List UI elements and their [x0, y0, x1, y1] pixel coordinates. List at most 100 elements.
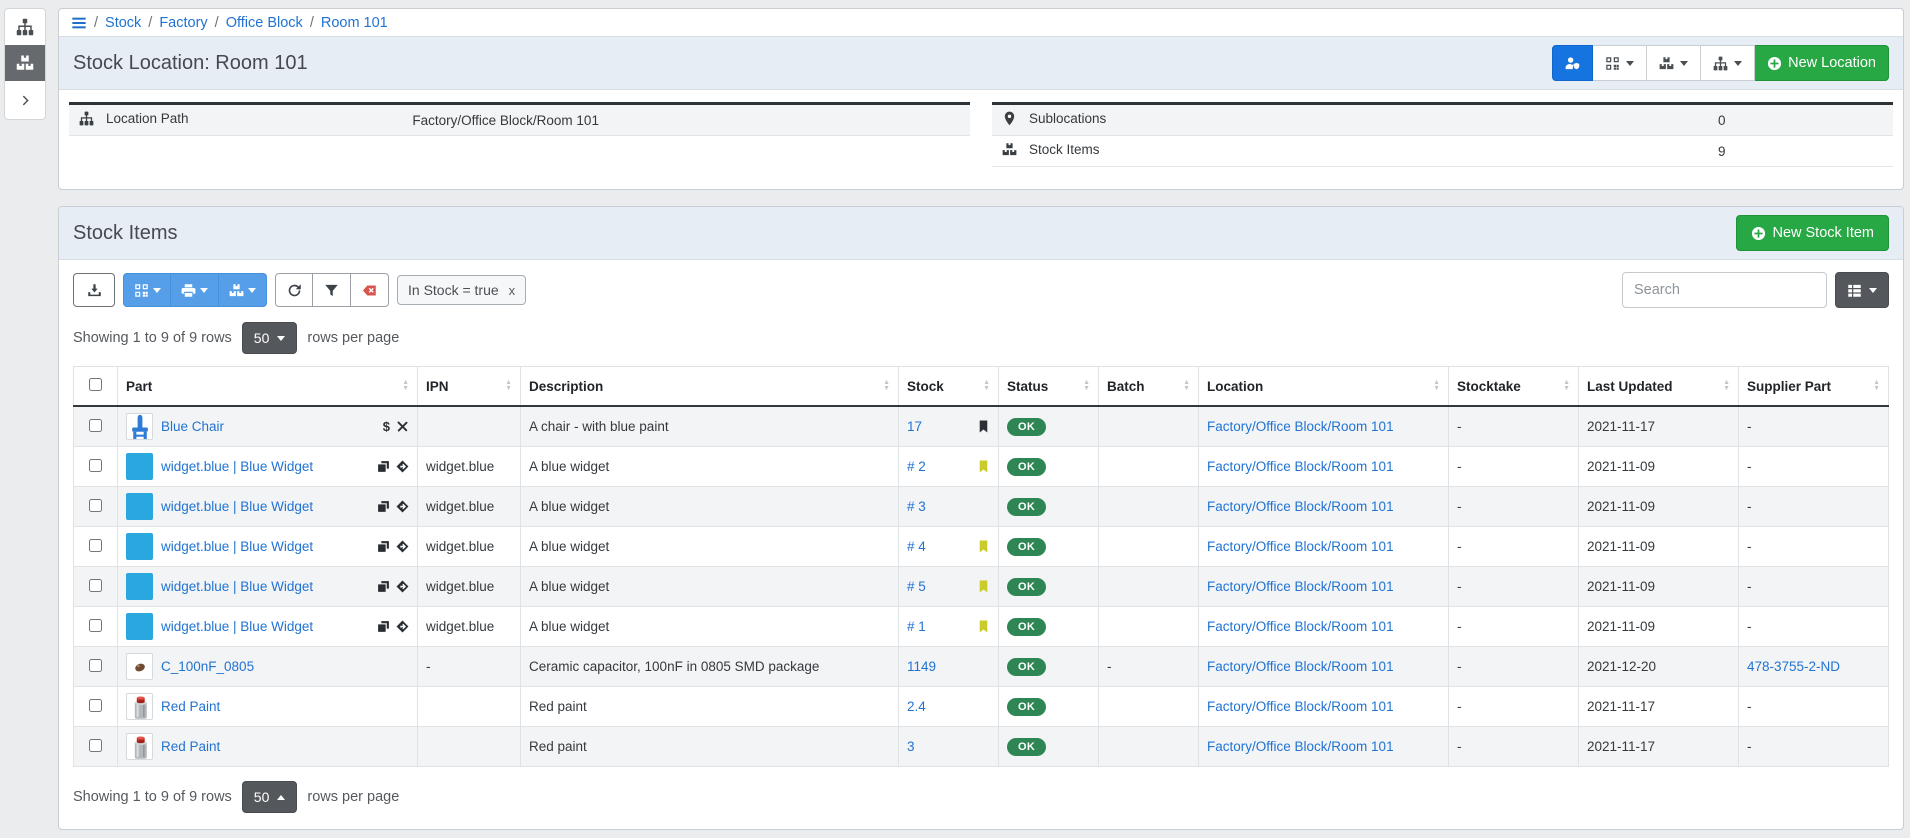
part-link[interactable]: widget.blue | Blue Widget	[161, 499, 313, 514]
part-link[interactable]: C_100nF_0805	[161, 659, 254, 674]
page-size-button[interactable]: 50	[242, 781, 298, 813]
part-link[interactable]: Red Paint	[161, 699, 220, 714]
stock-link[interactable]: 3	[907, 739, 915, 754]
column-header-stocktake[interactable]: Stocktake▲▼	[1449, 367, 1579, 407]
breadcrumb-link[interactable]: Room 101	[321, 15, 388, 31]
breadcrumb-link[interactable]: Factory	[159, 15, 207, 31]
location-cell: Factory/Office Block/Room 101	[1199, 527, 1449, 567]
breadcrumb-link[interactable]: Stock	[105, 15, 141, 31]
page-size-button[interactable]: 50	[242, 322, 298, 354]
row-checkbox[interactable]	[89, 539, 102, 552]
part-link[interactable]: widget.blue | Blue Widget	[161, 539, 313, 554]
table-row: widget.blue | Blue Widgetwidget.blueA bl…	[74, 527, 1889, 567]
row-checkbox[interactable]	[89, 419, 102, 432]
remove-filter-icon[interactable]: x	[509, 283, 516, 298]
batch-cell: -	[1099, 647, 1199, 687]
print-actions-button[interactable]	[171, 273, 219, 307]
supplier-part-cell: -	[1739, 567, 1889, 607]
filter-chip[interactable]: In Stock = truex	[397, 275, 526, 305]
sidebar-item-stock[interactable]	[5, 45, 45, 81]
part-link[interactable]: Blue Chair	[161, 419, 224, 434]
column-header-last-updated[interactable]: Last Updated▲▼	[1579, 367, 1739, 407]
menu-icon[interactable]	[71, 15, 87, 31]
barcode-actions-button[interactable]	[1593, 45, 1647, 81]
location-link[interactable]: Factory/Office Block/Room 101	[1207, 579, 1394, 594]
location-link[interactable]: Factory/Office Block/Room 101	[1207, 619, 1394, 634]
column-header-ipn[interactable]: IPN▲▼	[418, 367, 521, 407]
location-link[interactable]: Factory/Office Block/Room 101	[1207, 539, 1394, 554]
part-link[interactable]: Red Paint	[161, 739, 220, 754]
batch-cell	[1099, 567, 1199, 607]
clear-filters-button[interactable]	[351, 273, 389, 307]
filter-actions-group	[275, 273, 389, 307]
stocktake-cell: -	[1449, 687, 1579, 727]
select-all-checkbox[interactable]	[89, 378, 102, 391]
batch-cell	[1099, 687, 1199, 727]
sidebar-expand-button[interactable]	[5, 81, 45, 119]
part-link[interactable]: widget.blue | Blue Widget	[161, 459, 313, 474]
location-link[interactable]: Factory/Office Block/Room 101	[1207, 659, 1394, 674]
main-content: /Stock/Factory/Office Block/Room 101 Sto…	[58, 8, 1904, 838]
stock-link[interactable]: # 4	[907, 539, 926, 554]
location-tree-actions-button[interactable]	[1701, 45, 1755, 81]
supplier-part-link[interactable]: 478-3755-2-ND	[1747, 659, 1840, 674]
new-stock-item-button[interactable]: New Stock Item	[1736, 215, 1889, 251]
part-link[interactable]: widget.blue | Blue Widget	[161, 579, 313, 594]
location-link[interactable]: Factory/Office Block/Room 101	[1207, 699, 1394, 714]
row-checkbox[interactable]	[89, 699, 102, 712]
barcode-scan-button[interactable]	[123, 273, 171, 307]
status-badge: OK	[1007, 498, 1046, 516]
filter-button[interactable]	[313, 273, 351, 307]
paint-thumb	[126, 693, 153, 720]
row-checkbox[interactable]	[89, 619, 102, 632]
location-link[interactable]: Factory/Office Block/Room 101	[1207, 499, 1394, 514]
page-title: Stock Location: Room 101	[73, 52, 308, 75]
columns-button[interactable]	[1835, 272, 1889, 308]
refresh-button[interactable]	[275, 273, 313, 307]
list-columns-icon	[1847, 283, 1862, 298]
column-header-location[interactable]: Location▲▼	[1199, 367, 1449, 407]
download-button[interactable]	[73, 273, 115, 307]
row-checkbox[interactable]	[89, 499, 102, 512]
breadcrumb-link[interactable]: Office Block	[226, 15, 303, 31]
sort-icon: ▲▼	[1723, 380, 1730, 392]
location-link[interactable]: Factory/Office Block/Room 101	[1207, 739, 1394, 754]
stock-link[interactable]: # 2	[907, 459, 926, 474]
status-badge: OK	[1007, 658, 1046, 676]
row-checkbox[interactable]	[89, 579, 102, 592]
stock-link[interactable]: # 1	[907, 619, 926, 634]
sidebar-item-locations[interactable]	[5, 9, 45, 45]
directions-icon	[396, 620, 409, 633]
column-header-batch[interactable]: Batch▲▼	[1099, 367, 1199, 407]
caret-down-icon	[277, 336, 285, 341]
status-badge: OK	[1007, 698, 1046, 716]
row-checkbox[interactable]	[89, 659, 102, 672]
row-checkbox[interactable]	[89, 459, 102, 472]
stock-link[interactable]: # 5	[907, 579, 926, 594]
column-header-supplier-part[interactable]: Supplier Part▲▼	[1739, 367, 1889, 407]
location-link[interactable]: Factory/Office Block/Room 101	[1207, 459, 1394, 474]
stock-link[interactable]: 1149	[907, 659, 936, 674]
stock-items-table: Part▲▼IPN▲▼Description▲▼Stock▲▼Status▲▼B…	[73, 366, 1889, 767]
status-cell: OK	[999, 487, 1099, 527]
new-location-button[interactable]: New Location	[1755, 45, 1889, 81]
stock-actions-button[interactable]	[1647, 45, 1701, 81]
row-checkbox[interactable]	[89, 739, 102, 752]
column-header-description[interactable]: Description▲▼	[521, 367, 899, 407]
part-cell: widget.blue | Blue Widget	[118, 607, 418, 647]
column-header-part[interactable]: Part▲▼	[118, 367, 418, 407]
admin-button[interactable]	[1552, 45, 1593, 81]
search-input[interactable]	[1622, 272, 1827, 308]
stock-link[interactable]: 2.4	[907, 699, 926, 714]
batch-cell	[1099, 487, 1199, 527]
stock-link[interactable]: 17	[907, 419, 922, 434]
ipn-cell	[418, 687, 521, 727]
stock-options-button[interactable]	[219, 273, 267, 307]
clone-icon	[377, 500, 390, 513]
column-header-stock[interactable]: Stock▲▼	[899, 367, 999, 407]
stocktake-cell: -	[1449, 487, 1579, 527]
location-link[interactable]: Factory/Office Block/Room 101	[1207, 419, 1394, 434]
column-header-status[interactable]: Status▲▼	[999, 367, 1099, 407]
part-link[interactable]: widget.blue | Blue Widget	[161, 619, 313, 634]
stock-link[interactable]: # 3	[907, 499, 926, 514]
